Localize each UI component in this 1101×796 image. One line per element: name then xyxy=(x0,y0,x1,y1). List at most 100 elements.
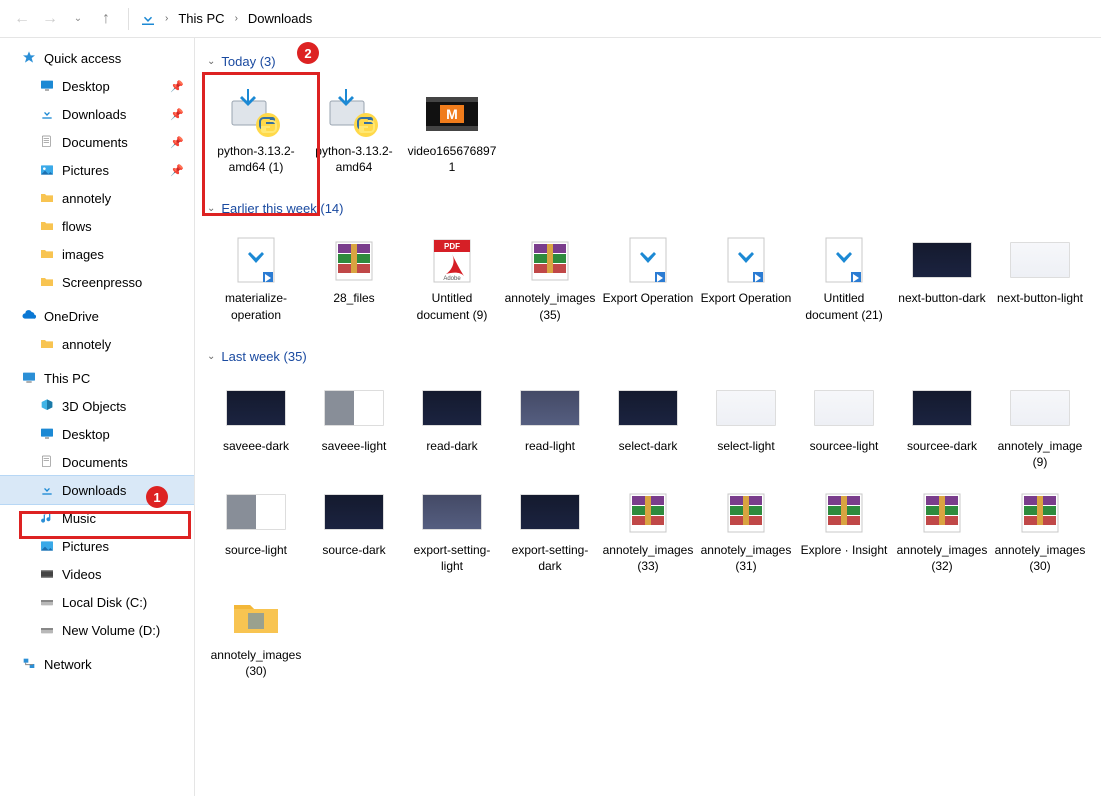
file-item[interactable]: Export Operation xyxy=(599,228,697,328)
file-name: source-dark xyxy=(322,542,385,558)
file-item[interactable]: PDF Adobe Untitled document (9) xyxy=(403,228,501,328)
file-item[interactable]: annotely_images (30) xyxy=(207,585,305,685)
archive-icon xyxy=(618,486,678,538)
pin-icon: 📌 xyxy=(170,164,184,177)
file-item[interactable]: read-light xyxy=(501,376,599,476)
file-name: 28_files xyxy=(333,290,374,306)
file-item[interactable]: 28_files xyxy=(305,228,403,328)
breadcrumb[interactable]: This PC › Downloads xyxy=(176,9,314,28)
file-item[interactable]: select-dark xyxy=(599,376,697,476)
file-name: annotely_images (31) xyxy=(699,542,793,574)
download-vs-icon xyxy=(814,234,874,286)
file-item[interactable]: annotely_images (31) xyxy=(697,480,795,580)
file-item[interactable]: python-3.13.2-amd64 (1) xyxy=(207,81,305,181)
label: Documents xyxy=(62,135,128,150)
file-item[interactable]: annotely_images (30) xyxy=(991,480,1089,580)
file-name: read-light xyxy=(525,438,575,454)
pin-icon: 📌 xyxy=(170,136,184,149)
file-item[interactable]: annotely_images (33) xyxy=(599,480,697,580)
archive-icon xyxy=(912,486,972,538)
file-name: Untitled document (21) xyxy=(797,290,891,322)
sidebar-onedrive[interactable]: OneDrive xyxy=(0,302,194,330)
thumb-dark-icon xyxy=(226,382,286,434)
file-item[interactable]: materialize-operation xyxy=(207,228,305,328)
python-installer-icon xyxy=(324,87,384,139)
file-name: python-3.13.2-amd64 (1) xyxy=(209,143,303,175)
pin-icon: 📌 xyxy=(170,80,184,93)
file-item[interactable]: export-setting-dark xyxy=(501,480,599,580)
sidebar-pc-music[interactable]: Music xyxy=(0,504,194,532)
file-item[interactable]: source-light xyxy=(207,480,305,580)
file-item[interactable]: sourcee-dark xyxy=(893,376,991,476)
file-item[interactable]: annotely_images (32) xyxy=(893,480,991,580)
sidebar-pc-downloads[interactable]: Downloads xyxy=(0,476,194,504)
file-item[interactable]: annotely_images (35) xyxy=(501,228,599,328)
pc-icon xyxy=(20,369,38,387)
file-item[interactable]: export-setting-light xyxy=(403,480,501,580)
sidebar-network[interactable]: Network xyxy=(0,650,194,678)
label: 3D Objects xyxy=(62,399,126,414)
sidebar-onedrive-annotely[interactable]: annotely xyxy=(0,330,194,358)
file-item[interactable]: select-light xyxy=(697,376,795,476)
nav-forward-button[interactable]: → xyxy=(38,7,62,31)
sidebar-this-pc[interactable]: This PC xyxy=(0,364,194,392)
thumb-dark-icon xyxy=(912,234,972,286)
breadcrumb-current[interactable]: Downloads xyxy=(246,9,314,28)
label: Desktop xyxy=(62,427,110,442)
file-item[interactable]: source-dark xyxy=(305,480,403,580)
sidebar-local-disk-c[interactable]: Local Disk (C:) xyxy=(0,588,194,616)
file-item[interactable]: Export Operation xyxy=(697,228,795,328)
sidebar-downloads[interactable]: Downloads📌 xyxy=(0,100,194,128)
file-item[interactable]: annotely_image (9) xyxy=(991,376,1089,476)
folder-icon xyxy=(38,189,56,207)
sidebar-folder-annotely[interactable]: annotely xyxy=(0,184,194,212)
file-item[interactable]: next-button-dark xyxy=(893,228,991,328)
svg-text:PDF: PDF xyxy=(444,242,460,251)
nav-recent-dropdown[interactable]: ⌄ xyxy=(66,7,90,31)
sidebar-pictures[interactable]: Pictures📌 xyxy=(0,156,194,184)
group-lastweek[interactable]: ⌄ Last week (35) xyxy=(199,343,1101,370)
nav-up-button[interactable]: ↑ xyxy=(94,7,118,31)
drive-icon xyxy=(38,593,56,611)
sidebar-3d-objects[interactable]: 3D Objects xyxy=(0,392,194,420)
sidebar-desktop[interactable]: Desktop📌 xyxy=(0,72,194,100)
file-name: annotely_images (30) xyxy=(993,542,1087,574)
group-earlier[interactable]: ⌄ Earlier this week (14) xyxy=(199,195,1101,222)
pin-icon: 📌 xyxy=(170,108,184,121)
file-item[interactable]: sourcee-light xyxy=(795,376,893,476)
breadcrumb-root[interactable]: This PC xyxy=(176,9,226,28)
file-name: annotely_images (30) xyxy=(209,647,303,679)
file-name: video1656768971 xyxy=(405,143,499,175)
label: Pictures xyxy=(62,539,109,554)
file-item[interactable]: read-dark xyxy=(403,376,501,476)
sidebar-folder-flows[interactable]: flows xyxy=(0,212,194,240)
sidebar-new-volume-d[interactable]: New Volume (D:) xyxy=(0,616,194,644)
file-item[interactable]: saveee-dark xyxy=(207,376,305,476)
file-item[interactable]: Untitled document (21) xyxy=(795,228,893,328)
sidebar-quick-access[interactable]: Quick access xyxy=(0,44,194,72)
sidebar-pc-desktop[interactable]: Desktop xyxy=(0,420,194,448)
navigation-pane: Quick access Desktop📌 Downloads📌 Documen… xyxy=(0,38,195,796)
sidebar-pc-videos[interactable]: Videos xyxy=(0,560,194,588)
sidebar-documents[interactable]: Documents 📌 xyxy=(0,128,194,156)
thumb-light-icon xyxy=(716,382,776,434)
sidebar-folder-images[interactable]: images xyxy=(0,240,194,268)
file-name: saveee-light xyxy=(322,438,387,454)
file-name: read-dark xyxy=(426,438,477,454)
sidebar-folder-screenpresso[interactable]: Screenpresso xyxy=(0,268,194,296)
file-item[interactable]: saveee-light xyxy=(305,376,403,476)
file-name: Export Operation xyxy=(701,290,792,306)
file-item[interactable]: Explore · Insight xyxy=(795,480,893,580)
file-item[interactable]: M video1656768971 xyxy=(403,81,501,181)
documents-icon xyxy=(38,453,56,471)
pdf-icon: PDF Adobe xyxy=(422,234,482,286)
sidebar-pc-pictures[interactable]: Pictures xyxy=(0,532,194,560)
file-item[interactable]: next-button-light xyxy=(991,228,1089,328)
sidebar-pc-documents[interactable]: Documents xyxy=(0,448,194,476)
svg-text:M: M xyxy=(446,106,458,122)
group-today[interactable]: ⌄ Today (3) xyxy=(199,48,1101,75)
nav-back-button[interactable]: ← xyxy=(10,7,34,31)
file-item[interactable]: python-3.13.2-amd64 xyxy=(305,81,403,181)
chevron-down-icon: ⌄ xyxy=(207,56,215,67)
file-name: Untitled document (9) xyxy=(405,290,499,322)
